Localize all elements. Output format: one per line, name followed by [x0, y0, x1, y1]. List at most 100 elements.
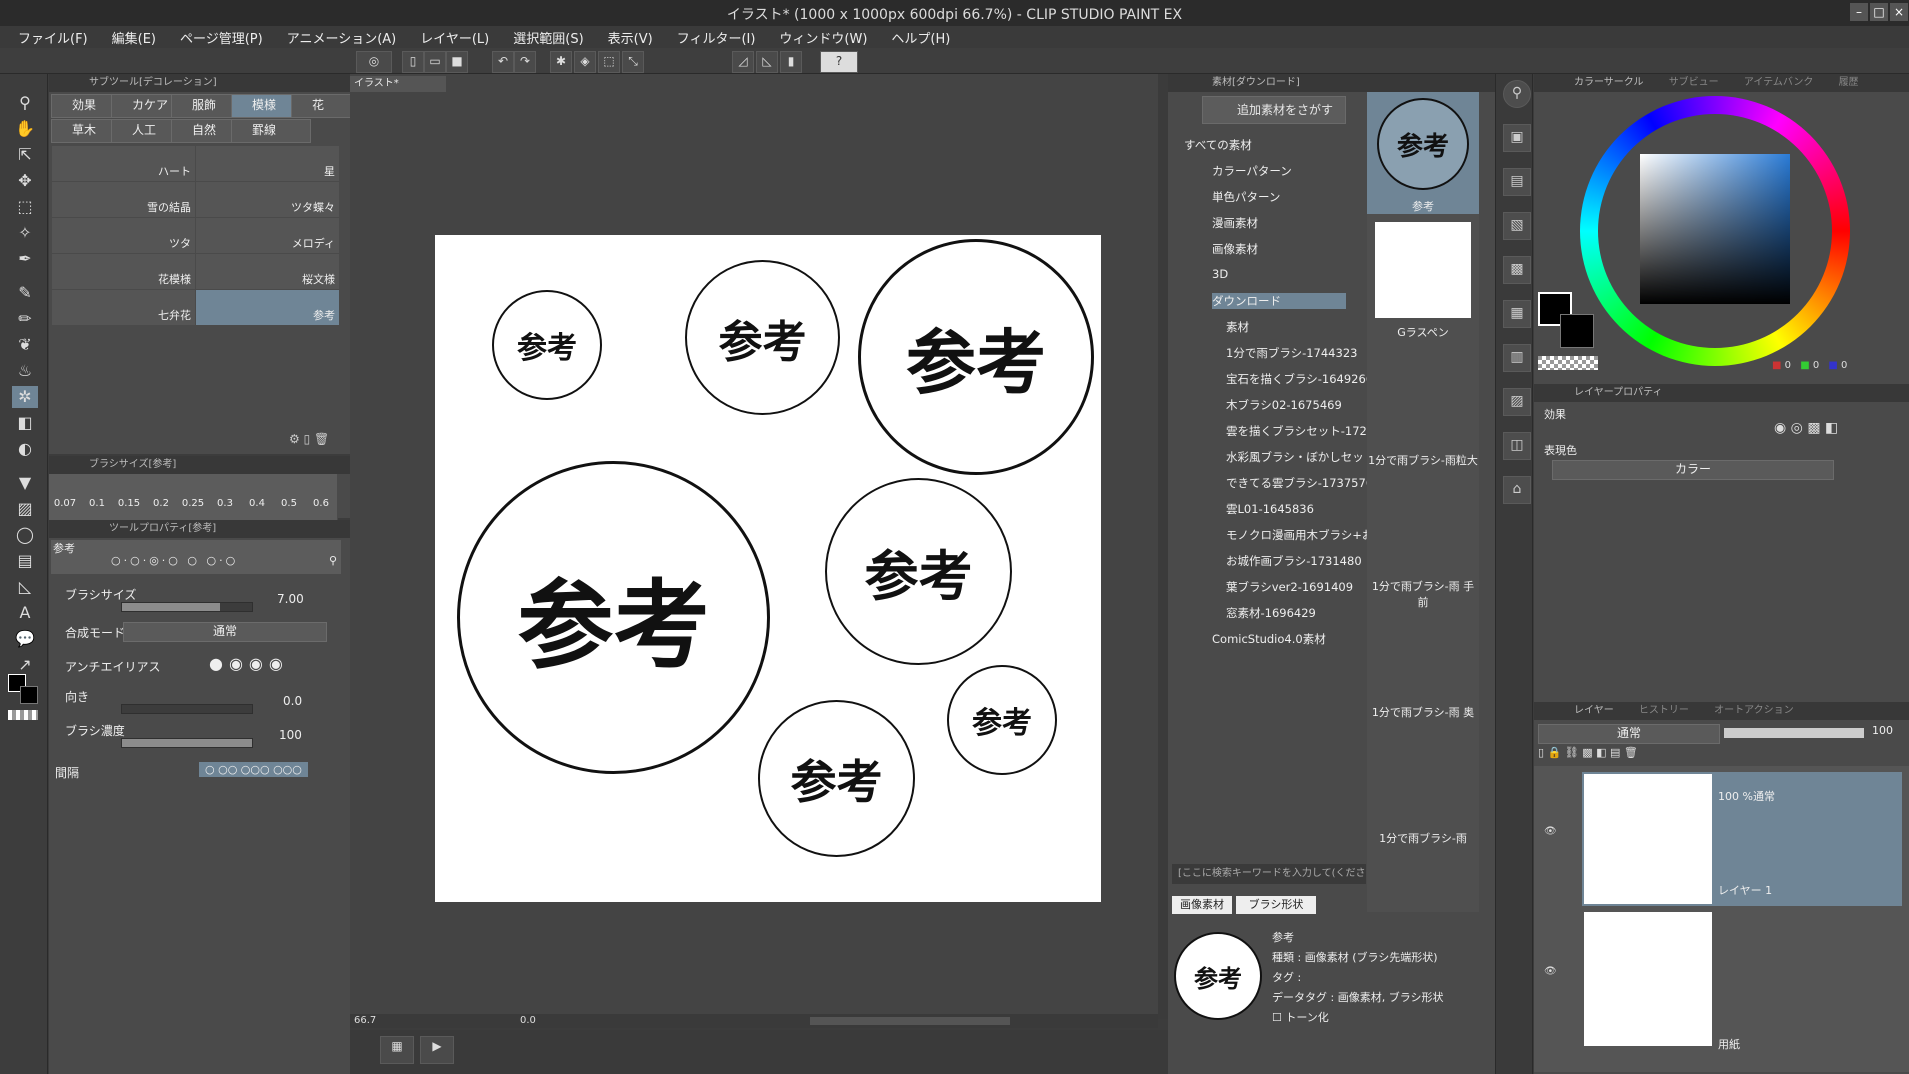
tree-item[interactable]: 雲L01-1645836	[1226, 501, 1314, 517]
brush-snowflake[interactable]: 雪の結晶	[51, 181, 196, 218]
tag-image-material[interactable]: 画像素材	[1172, 896, 1232, 914]
brush-star[interactable]: 星	[195, 145, 340, 182]
correct-line-icon[interactable]: ↗	[12, 654, 38, 676]
save-icon[interactable]: ■	[446, 51, 468, 73]
eye-icon[interactable]: 👁	[1544, 826, 1557, 837]
pose-icon[interactable]: ⌂	[1503, 476, 1531, 504]
blend-mode-select[interactable]: 通常	[123, 622, 327, 642]
transparent-color[interactable]	[1538, 356, 1598, 370]
menu-layer[interactable]: レイヤー(L)	[420, 28, 489, 47]
tree-item[interactable]: ComicStudio4.0素材	[1212, 631, 1326, 647]
menu-edit[interactable]: 編集(E)	[112, 28, 156, 47]
brush-tool-icon[interactable]: ❦	[12, 334, 38, 356]
brush-ivy[interactable]: ツタ	[51, 217, 196, 254]
layer-blend-mode[interactable]: 通常	[1538, 724, 1720, 744]
preview-search-icon[interactable]: ⚲	[329, 554, 337, 567]
brush-flower-pattern[interactable]: 花模様	[51, 253, 196, 290]
subtool-footer-icons[interactable]: ⚙ ▯ 🗑	[289, 432, 329, 446]
effect-icons[interactable]: ◉ ◎ ▩ ◧	[1774, 420, 1838, 436]
help-icon[interactable]: ?	[820, 51, 858, 73]
transform-icon[interactable]: ⬚	[598, 51, 620, 73]
brush-sakura[interactable]: 桜文様	[195, 253, 340, 290]
tree-item[interactable]: 素材	[1226, 319, 1249, 335]
gradient-icon[interactable]: ▨	[12, 498, 38, 520]
color-square[interactable]	[1640, 154, 1790, 304]
vertical-scrollbar[interactable]	[1158, 74, 1168, 1019]
layer-search-icon[interactable]: ▧	[1503, 212, 1531, 240]
figure-tool-icon[interactable]: ◯	[12, 524, 38, 546]
snap-grid-icon[interactable]: ▮	[780, 51, 802, 73]
pattern-icon[interactable]: ▦	[1503, 300, 1531, 328]
horizontal-scrollbar[interactable]	[810, 1017, 1010, 1025]
tree-item-selected[interactable]: ダウンロード	[1212, 293, 1346, 309]
tone-icon[interactable]: ▩	[1503, 256, 1531, 284]
scale-icon[interactable]: ⤡	[622, 51, 644, 73]
antialias-options[interactable]: ●◉◉◉	[209, 654, 289, 673]
text-tool-icon[interactable]: A	[12, 602, 38, 624]
undo-icon[interactable]: ↶	[492, 51, 514, 73]
group-border[interactable]: 罫線	[231, 119, 311, 143]
eraser-icon[interactable]: ◧	[12, 412, 38, 434]
menu-view[interactable]: 表示(V)	[608, 28, 653, 47]
tree-item[interactable]: 水彩風ブラシ・ぼかしセット	[1226, 449, 1375, 465]
pencil-tool-icon[interactable]: ✏	[12, 308, 38, 330]
find-more-materials-button[interactable]: 追加素材をさがす	[1202, 96, 1346, 124]
color-history-icon[interactable]: ▥	[1503, 344, 1531, 372]
redo-icon[interactable]: ↷	[514, 51, 536, 73]
rotation-value[interactable]: 0.0	[520, 1014, 536, 1028]
tree-item[interactable]: モノクロ漫画用木ブラシ+お	[1226, 527, 1373, 543]
layer-toolbar[interactable]: ▯ 🔒 ⛓ ▩ ◧ ▤ 🗑	[1538, 746, 1908, 762]
tone-checkbox[interactable]: ☐ トーン化	[1272, 1008, 1443, 1028]
maximize-button[interactable]: □	[1870, 3, 1888, 21]
airbrush-icon[interactable]: ♨	[12, 360, 38, 382]
layer-opacity-value[interactable]: 100	[1872, 724, 1893, 737]
tree-item[interactable]: 窓素材-1696429	[1226, 605, 1316, 621]
tree-item[interactable]: 葉ブラシver2-1691409	[1226, 579, 1353, 595]
brush-heart[interactable]: ハート	[51, 145, 196, 182]
clear-icon[interactable]: ✱	[550, 51, 572, 73]
layer-1-name[interactable]: レイヤー 1	[1718, 882, 1772, 898]
size-option[interactable]: 0.5	[273, 474, 306, 524]
brush-reference[interactable]: 参考	[195, 289, 340, 326]
brush-melody[interactable]: メロディ	[195, 217, 340, 254]
brush-ivy-butterfly[interactable]: ツタ蝶々	[195, 181, 340, 218]
menu-page[interactable]: ページ管理(P)	[180, 28, 263, 47]
brush-size-slider[interactable]	[121, 602, 253, 612]
direction-slider[interactable]	[121, 704, 253, 714]
selection-tool-icon[interactable]: ⬚	[12, 196, 38, 218]
size-option[interactable]: 0.07	[49, 474, 82, 524]
decoration-tool-icon[interactable]: ✲	[12, 386, 38, 408]
zoom-tool-icon[interactable]: ⚲	[12, 92, 38, 114]
tree-item[interactable]: 木ブラシ02-1675469	[1226, 397, 1342, 413]
tree-item[interactable]: カラーパターン	[1212, 163, 1292, 179]
image-icon[interactable]: ▨	[1503, 388, 1531, 416]
move-layer-icon[interactable]: ✥	[12, 170, 38, 192]
eye-icon[interactable]: 👁	[1544, 966, 1557, 977]
thumb-reference[interactable]: 参考	[1377, 98, 1469, 190]
expression-color-select[interactable]: カラー	[1552, 460, 1834, 480]
search-icon[interactable]: ⚲	[1503, 80, 1531, 108]
brush-seven-petal[interactable]: 七弁花	[51, 289, 196, 326]
eyedropper-icon[interactable]: ✒	[12, 248, 38, 270]
tree-item[interactable]: 雲を描くブラシセット-172	[1226, 423, 1367, 439]
size-option[interactable]: 0.15	[113, 474, 146, 524]
menu-file[interactable]: ファイル(F)	[18, 28, 88, 47]
ruler-tool-icon[interactable]: ◺	[12, 576, 38, 598]
tree-item[interactable]: 画像素材	[1212, 241, 1258, 257]
density-slider[interactable]	[121, 738, 253, 748]
fill-icon[interactable]: ◈	[574, 51, 596, 73]
zoom-value[interactable]: 66.7	[354, 1014, 376, 1028]
tree-item[interactable]: 3D	[1212, 267, 1228, 281]
open-folder-icon[interactable]: ▭	[424, 51, 446, 73]
frame-tool-icon[interactable]: ▤	[12, 550, 38, 572]
layer-opacity-slider[interactable]	[1724, 728, 1864, 738]
menu-animation[interactable]: アニメーション(A)	[287, 28, 397, 47]
canvas-tab[interactable]: イラスト*	[350, 76, 446, 92]
menu-selection[interactable]: 選択範囲(S)	[513, 28, 583, 47]
hand-tool-icon[interactable]: ✋	[12, 118, 38, 140]
menu-filter[interactable]: フィルター(I)	[677, 28, 756, 47]
timeline-icon[interactable]: ▦	[380, 1036, 414, 1064]
size-option[interactable]: 0.3	[209, 474, 242, 524]
close-button[interactable]: ×	[1890, 3, 1908, 21]
new-file-icon[interactable]: ▯	[402, 51, 424, 73]
